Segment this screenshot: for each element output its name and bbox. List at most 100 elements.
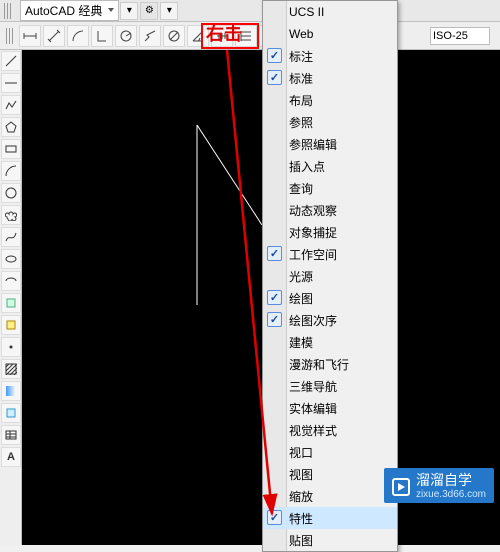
menu-item[interactable]: 动态观察 <box>263 199 397 221</box>
menu-item[interactable]: 漫游和飞行 <box>263 353 397 375</box>
watermark: 溜溜自学 zixue.3d66.com <box>384 468 494 503</box>
aligned-dim-button[interactable] <box>43 25 65 47</box>
menu-item[interactable]: ✓ 标准 <box>263 67 397 89</box>
annotation-text: 右击 <box>206 20 242 46</box>
menu-item-label: 布局 <box>289 92 313 109</box>
menu-item[interactable]: 对象捕捉 <box>263 221 397 243</box>
play-icon <box>392 478 410 496</box>
menu-item[interactable]: UCS II <box>263 1 397 23</box>
region-button[interactable] <box>1 403 21 423</box>
menu-item-label: 视觉样式 <box>289 422 337 439</box>
ellipse-button[interactable] <box>1 249 21 269</box>
watermark-url: zixue.3d66.com <box>416 489 486 501</box>
menu-item-label: 贴图 <box>289 532 313 549</box>
make-block-button[interactable] <box>1 315 21 335</box>
rectangle-button[interactable] <box>1 139 21 159</box>
workspace-save-button[interactable]: ▾ <box>120 2 138 20</box>
grip-icon <box>6 28 14 44</box>
radius-dim-button[interactable] <box>115 25 137 47</box>
construction-line-button[interactable] <box>1 73 21 93</box>
point-button[interactable] <box>1 337 21 357</box>
gear-icon: ⚙ <box>145 5 154 16</box>
check-icon: ✓ <box>267 510 282 525</box>
menu-item[interactable]: 光源 <box>263 265 397 287</box>
menu-item-label: 对象捕捉 <box>289 224 337 241</box>
menu-item[interactable]: 视觉样式 <box>263 419 397 441</box>
jogged-dim-button[interactable] <box>139 25 161 47</box>
menu-item-label: 绘图 <box>289 290 313 307</box>
menu-item-label: 实体编辑 <box>289 400 337 417</box>
arc-button[interactable] <box>1 161 21 181</box>
menu-item-label: 缩放 <box>289 488 313 505</box>
gradient-button[interactable] <box>1 381 21 401</box>
menu-item[interactable]: ✓ 绘图 <box>263 287 397 309</box>
polygon-button[interactable] <box>1 117 21 137</box>
workspace-settings-button[interactable]: ⚙ <box>140 2 158 20</box>
menu-item[interactable]: 建模 <box>263 331 397 353</box>
watermark-brand: 溜溜自学 <box>416 472 472 488</box>
diameter-dim-button[interactable] <box>163 25 185 47</box>
menu-item[interactable]: 贴图 <box>263 529 397 551</box>
menu-item[interactable]: ✓ 绘图次序 <box>263 309 397 331</box>
check-icon: ✓ <box>267 70 282 85</box>
workspace-selector[interactable]: AutoCAD 经典 <box>20 0 119 21</box>
menu-item[interactable]: 布局 <box>263 89 397 111</box>
menu-item-label: 动态观察 <box>289 202 337 219</box>
draw-toolbar: A <box>0 50 22 545</box>
menu-item-label: 绘图次序 <box>289 312 337 329</box>
ordinate-dim-button[interactable] <box>91 25 113 47</box>
menu-item-label: UCS II <box>289 5 324 19</box>
menu-item[interactable]: 三维导航 <box>263 375 397 397</box>
check-icon: ✓ <box>267 312 282 327</box>
menu-item-label: Web <box>289 27 313 41</box>
menu-item-label: 工作空间 <box>289 246 337 263</box>
menu-item[interactable]: 视口 <box>263 441 397 463</box>
menu-item-label: 视口 <box>289 444 313 461</box>
menu-item-label: 标注 <box>289 48 313 65</box>
table-button[interactable] <box>1 425 21 445</box>
menu-item[interactable]: 视图 <box>263 463 397 485</box>
check-icon: ✓ <box>267 48 282 63</box>
menu-item-label: 查询 <box>289 180 313 197</box>
menu-item[interactable]: ✓ 特性 <box>263 507 397 529</box>
toolbar-context-menu: UCS II Web ✓ 标注 ✓ 标准布局参照参照编辑插入点查询动态观察对象捕捉 ✓ 工作空… <box>262 0 398 552</box>
menu-item-label: 三维导航 <box>289 378 337 395</box>
dimstyle-input[interactable] <box>430 27 490 45</box>
ellipse-arc-button[interactable] <box>1 271 21 291</box>
insert-block-button[interactable] <box>1 293 21 313</box>
menu-item-label: 漫游和飞行 <box>289 356 349 373</box>
polyline-button[interactable] <box>1 95 21 115</box>
menu-item-label: 参照 <box>289 114 313 131</box>
menu-item[interactable]: Web <box>263 23 397 45</box>
check-icon: ✓ <box>267 290 282 305</box>
menu-item[interactable]: 实体编辑 <box>263 397 397 419</box>
workspace-dropdown-button[interactable]: ▾ <box>160 2 178 20</box>
menu-item-label: 插入点 <box>289 158 325 175</box>
revision-cloud-button[interactable] <box>1 205 21 225</box>
linear-dim-button[interactable] <box>19 25 41 47</box>
dimension-toolbar <box>0 22 500 50</box>
mtext-button[interactable]: A <box>1 447 21 467</box>
grip-icon <box>4 3 12 19</box>
circle-button[interactable] <box>1 183 21 203</box>
menu-item[interactable]: ✓ 工作空间 <box>263 243 397 265</box>
menu-item[interactable]: 参照 <box>263 111 397 133</box>
menu-item[interactable]: 插入点 <box>263 155 397 177</box>
menu-item-label: 标准 <box>289 70 313 87</box>
spline-button[interactable] <box>1 227 21 247</box>
menu-item-label: 参照编辑 <box>289 136 337 153</box>
menu-item-label: 视图 <box>289 466 313 483</box>
menu-item[interactable]: ✓ 标注 <box>263 45 397 67</box>
menu-item[interactable]: 缩放 <box>263 485 397 507</box>
line-button[interactable] <box>1 51 21 71</box>
hatch-button[interactable] <box>1 359 21 379</box>
menu-item-label: 特性 <box>289 510 313 527</box>
workspace-label: AutoCAD 经典 <box>25 4 102 18</box>
workspace-bar: AutoCAD 经典 ▾ ⚙ ▾ <box>0 0 500 22</box>
arc-dim-button[interactable] <box>67 25 89 47</box>
menu-item[interactable]: 查询 <box>263 177 397 199</box>
menu-item-label: 光源 <box>289 268 313 285</box>
menu-item-label: 建模 <box>289 334 313 351</box>
menu-item[interactable]: 参照编辑 <box>263 133 397 155</box>
check-icon: ✓ <box>267 246 282 261</box>
